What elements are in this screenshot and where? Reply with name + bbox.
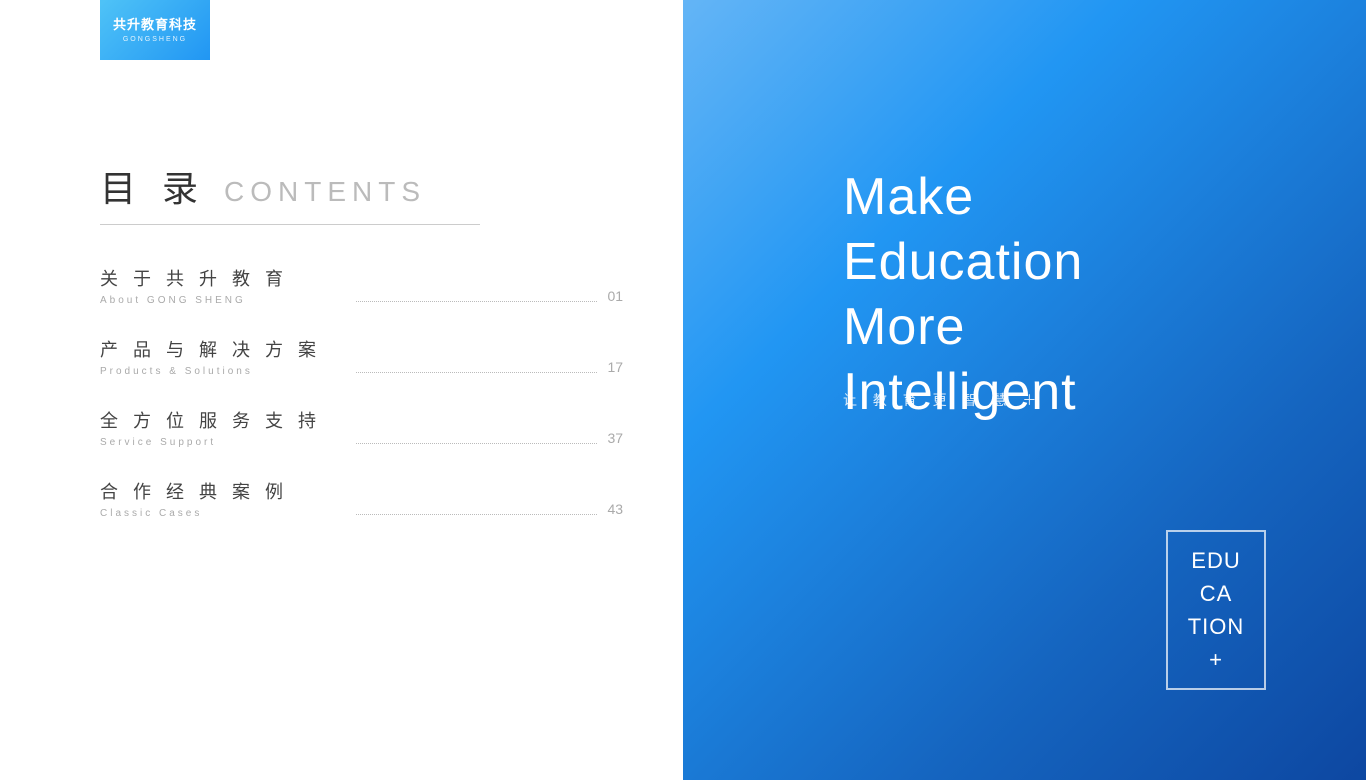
toc-item-english: Products & Solutions — [100, 366, 341, 377]
toc-left: 产 品 与 解 决 方 案 Products & Solutions — [100, 336, 341, 377]
edu-box: EDUCATION+ — [1166, 530, 1266, 690]
toc-left: 合 作 经 典 案 例 Classic Cases — [100, 478, 341, 519]
toc-item-english: About GONG SHENG — [100, 295, 341, 306]
right-panel: Make Education More Intelligent 让 教 育 更 … — [683, 0, 1366, 780]
toc-list: 关 于 共 升 教 育 About GONG SHENG 01 产 品 与 解 … — [100, 265, 623, 519]
toc-number: 37 — [607, 430, 623, 448]
contents-english-title: CONTENTS — [224, 176, 426, 208]
toc-item-english: Classic Cases — [100, 508, 341, 519]
toc-number: 01 — [607, 288, 623, 306]
tagline-line3: More — [843, 295, 1083, 360]
tagline-line2: Education — [843, 230, 1083, 295]
toc-item: 全 方 位 服 务 支 持 Service Support 37 — [100, 407, 623, 448]
contents-header: 目 录 CONTENTS — [100, 160, 623, 212]
toc-item-chinese: 全 方 位 服 务 支 持 — [100, 407, 341, 433]
contents-divider — [100, 224, 480, 225]
toc-dots — [356, 443, 597, 444]
toc-dots — [356, 514, 597, 515]
toc-item-english: Service Support — [100, 437, 341, 448]
logo: 共升教育科技 GONGSHENG — [100, 0, 210, 60]
toc-item-chinese: 合 作 经 典 案 例 — [100, 478, 341, 504]
contents-chinese-title: 目 录 — [100, 160, 206, 212]
logo-pinyin: GONGSHENG — [123, 36, 187, 43]
left-panel: 共升教育科技 GONGSHENG 目 录 CONTENTS 关 于 共 升 教 … — [0, 0, 683, 780]
toc-number: 43 — [607, 501, 623, 519]
toc-dots — [356, 372, 597, 373]
toc-number: 17 — [607, 359, 623, 377]
toc-left: 全 方 位 服 务 支 持 Service Support — [100, 407, 341, 448]
tagline-chinese: 让 教 育 更 智 慧 ＋ — [843, 390, 1042, 410]
edu-text: EDUCATION+ — [1188, 544, 1245, 676]
toc-item: 产 品 与 解 决 方 案 Products & Solutions 17 — [100, 336, 623, 377]
tagline-line1: Make — [843, 165, 1083, 230]
tagline: Make Education More Intelligent — [843, 165, 1083, 425]
toc-item-chinese: 产 品 与 解 决 方 案 — [100, 336, 341, 362]
toc-item: 关 于 共 升 教 育 About GONG SHENG 01 — [100, 265, 623, 306]
toc-dots — [356, 301, 597, 302]
toc-item: 合 作 经 典 案 例 Classic Cases 43 — [100, 478, 623, 519]
logo-chinese: 共升教育科技 — [113, 17, 197, 34]
contents-section: 目 录 CONTENTS 关 于 共 升 教 育 About GONG SHEN… — [100, 160, 623, 549]
toc-item-chinese: 关 于 共 升 教 育 — [100, 265, 341, 291]
toc-left: 关 于 共 升 教 育 About GONG SHENG — [100, 265, 341, 306]
